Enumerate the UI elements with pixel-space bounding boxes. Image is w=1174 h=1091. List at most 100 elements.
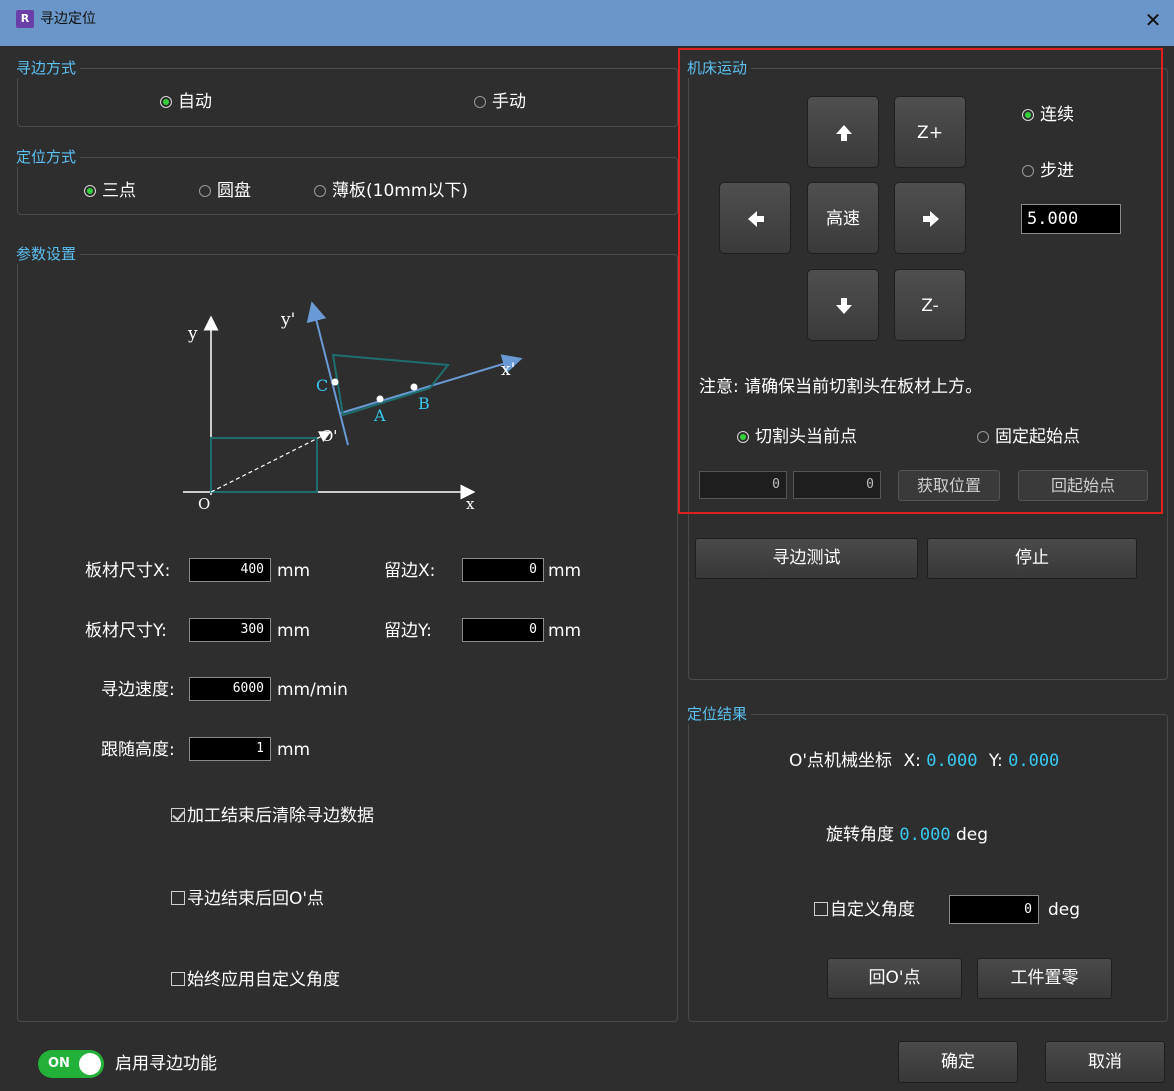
machine-motion-group: 机床运动 Z+ 高速 Z- 连续 步进 5.000 注意: 请确保当前切割头在板…	[687, 58, 1168, 680]
enable-edge-toggle[interactable]: ON	[38, 1050, 104, 1078]
angle-row: 旋转角度 0.000 deg	[826, 824, 988, 846]
y-label: Y:	[988, 751, 1003, 771]
radio-dot	[977, 431, 989, 443]
point-b	[410, 383, 418, 391]
follow-height-unit: mm	[277, 740, 311, 760]
check-always-custom-angle-label: 始终应用自定义角度	[187, 970, 340, 990]
machine-motion-title: 机床运动	[687, 58, 752, 78]
arrow-left-icon	[748, 211, 764, 227]
edge-test-button[interactable]: 寻边测试	[695, 538, 918, 579]
board-y-label: 板材尺寸Y:	[85, 621, 167, 641]
radio-three-point[interactable]: 三点	[84, 180, 136, 202]
radio-disc-label: 圆盘	[217, 181, 251, 201]
window-title: 寻边定位	[40, 11, 96, 27]
radio-dot	[1022, 165, 1034, 177]
radio-disc[interactable]: 圆盘	[199, 180, 251, 202]
get-position-button[interactable]: 获取位置	[898, 470, 1000, 501]
label-y: y	[187, 324, 198, 344]
margin-x-unit: mm	[548, 561, 582, 581]
check-return-origin[interactable]: 寻边结束后回O'点	[171, 888, 324, 910]
checkbox-icon	[171, 808, 185, 822]
check-clear-data[interactable]: 加工结束后清除寻边数据	[171, 805, 374, 827]
dashed-line	[210, 431, 332, 493]
radio-dot	[474, 96, 486, 108]
check-return-origin-label: 寻边结束后回O'点	[187, 889, 325, 909]
radio-auto-label: 自动	[178, 92, 212, 112]
radio-dot	[160, 96, 172, 108]
position-mode-group: 定位方式 三点 圆盘 薄板(10mm以下)	[16, 147, 678, 215]
arrow-right-icon	[923, 211, 939, 227]
label-x: x	[466, 495, 475, 513]
step-value-field[interactable]: 5.000	[1021, 204, 1121, 234]
enable-edge-label: 启用寻边功能	[115, 1054, 217, 1074]
result-group: 定位结果 O'点机械坐标 X: 0.000 Y: 0.000 旋转角度 0.00…	[687, 704, 1168, 1022]
speed-label: 寻边速度:	[101, 680, 175, 700]
workpiece-zero-button[interactable]: 工件置零	[977, 958, 1112, 999]
label-b: B	[418, 394, 430, 413]
return-origin-button[interactable]: 回O'点	[827, 958, 962, 999]
label-a: A	[373, 406, 386, 425]
stop-button[interactable]: 停止	[927, 538, 1137, 579]
check-always-custom-angle[interactable]: 始终应用自定义角度	[171, 969, 340, 991]
radio-manual[interactable]: 手动	[474, 91, 526, 113]
x-label: X:	[903, 751, 921, 771]
label-c: C	[316, 376, 328, 395]
custom-angle-field[interactable]: 0	[949, 895, 1039, 924]
coord-x-field[interactable]: 0	[699, 471, 787, 499]
follow-height-field[interactable]: 1	[189, 737, 271, 761]
radio-dot	[84, 185, 96, 197]
speed-unit: mm/min	[277, 680, 348, 700]
board-x-field[interactable]: 400	[189, 558, 271, 582]
board-x-unit: mm	[277, 561, 311, 581]
radio-manual-label: 手动	[492, 92, 526, 112]
radio-step-label: 步进	[1040, 161, 1074, 181]
edge-mode-title: 寻边方式	[16, 58, 81, 78]
board-y-field[interactable]: 300	[189, 618, 271, 642]
radio-dot	[737, 431, 749, 443]
jog-up-button[interactable]	[807, 96, 879, 168]
cancel-button[interactable]: 取消	[1045, 1041, 1165, 1083]
radio-three-point-label: 三点	[102, 181, 136, 201]
margin-x-field[interactable]: 0	[462, 558, 544, 582]
edge-mode-group: 寻边方式 自动 手动	[16, 58, 678, 127]
margin-y-field[interactable]: 0	[462, 618, 544, 642]
radio-step[interactable]: 步进	[1022, 160, 1074, 182]
jog-z-minus-button[interactable]: Z-	[894, 269, 966, 341]
label-x-prime: x'	[501, 360, 515, 380]
coord-label: O'点机械坐标	[789, 751, 893, 771]
margin-y-unit: mm	[548, 621, 582, 641]
coord-row: O'点机械坐标 X: 0.000 Y: 0.000	[789, 750, 1059, 772]
edge-finding-diagram: y y' x' x O O' C A B	[183, 301, 523, 513]
jog-right-button[interactable]	[894, 182, 966, 254]
radio-auto[interactable]: 自动	[160, 91, 212, 113]
ok-button[interactable]: 确定	[898, 1041, 1018, 1083]
follow-height-label: 跟随高度:	[101, 740, 175, 760]
check-custom-angle[interactable]: 自定义角度	[814, 899, 915, 921]
coord-y-field[interactable]: 0	[793, 471, 881, 499]
radio-continuous[interactable]: 连续	[1022, 104, 1074, 126]
params-group: 参数设置 y y' x' x O O' C A B 板材尺寸X: 400 mm …	[16, 244, 678, 1022]
title-bar: R 寻边定位 ✕	[0, 0, 1174, 46]
jog-down-button[interactable]	[807, 269, 879, 341]
point-a	[376, 395, 384, 403]
radio-thin-plate[interactable]: 薄板(10mm以下)	[314, 180, 468, 202]
radio-current-point[interactable]: 切割头当前点	[737, 426, 857, 448]
result-title: 定位结果	[687, 704, 752, 724]
point-c	[331, 378, 339, 386]
toggle-label: ON	[48, 1056, 70, 1071]
radio-dot	[314, 185, 326, 197]
radio-current-point-label: 切割头当前点	[755, 427, 857, 447]
radio-fixed-start[interactable]: 固定起始点	[977, 426, 1080, 448]
radio-fixed-start-label: 固定起始点	[995, 427, 1080, 447]
params-title: 参数设置	[16, 244, 81, 264]
return-start-button[interactable]: 回起始点	[1018, 470, 1148, 501]
checkbox-icon	[171, 972, 185, 986]
jog-z-plus-button[interactable]: Z+	[894, 96, 966, 168]
close-button[interactable]: ✕	[1140, 8, 1166, 34]
x-value: 0.000	[926, 751, 978, 771]
board-y-unit: mm	[277, 621, 311, 641]
high-speed-button[interactable]: 高速	[807, 182, 879, 254]
jog-left-button[interactable]	[719, 182, 791, 254]
jog-z-plus-label: Z+	[917, 123, 943, 143]
speed-field[interactable]: 6000	[189, 677, 271, 701]
